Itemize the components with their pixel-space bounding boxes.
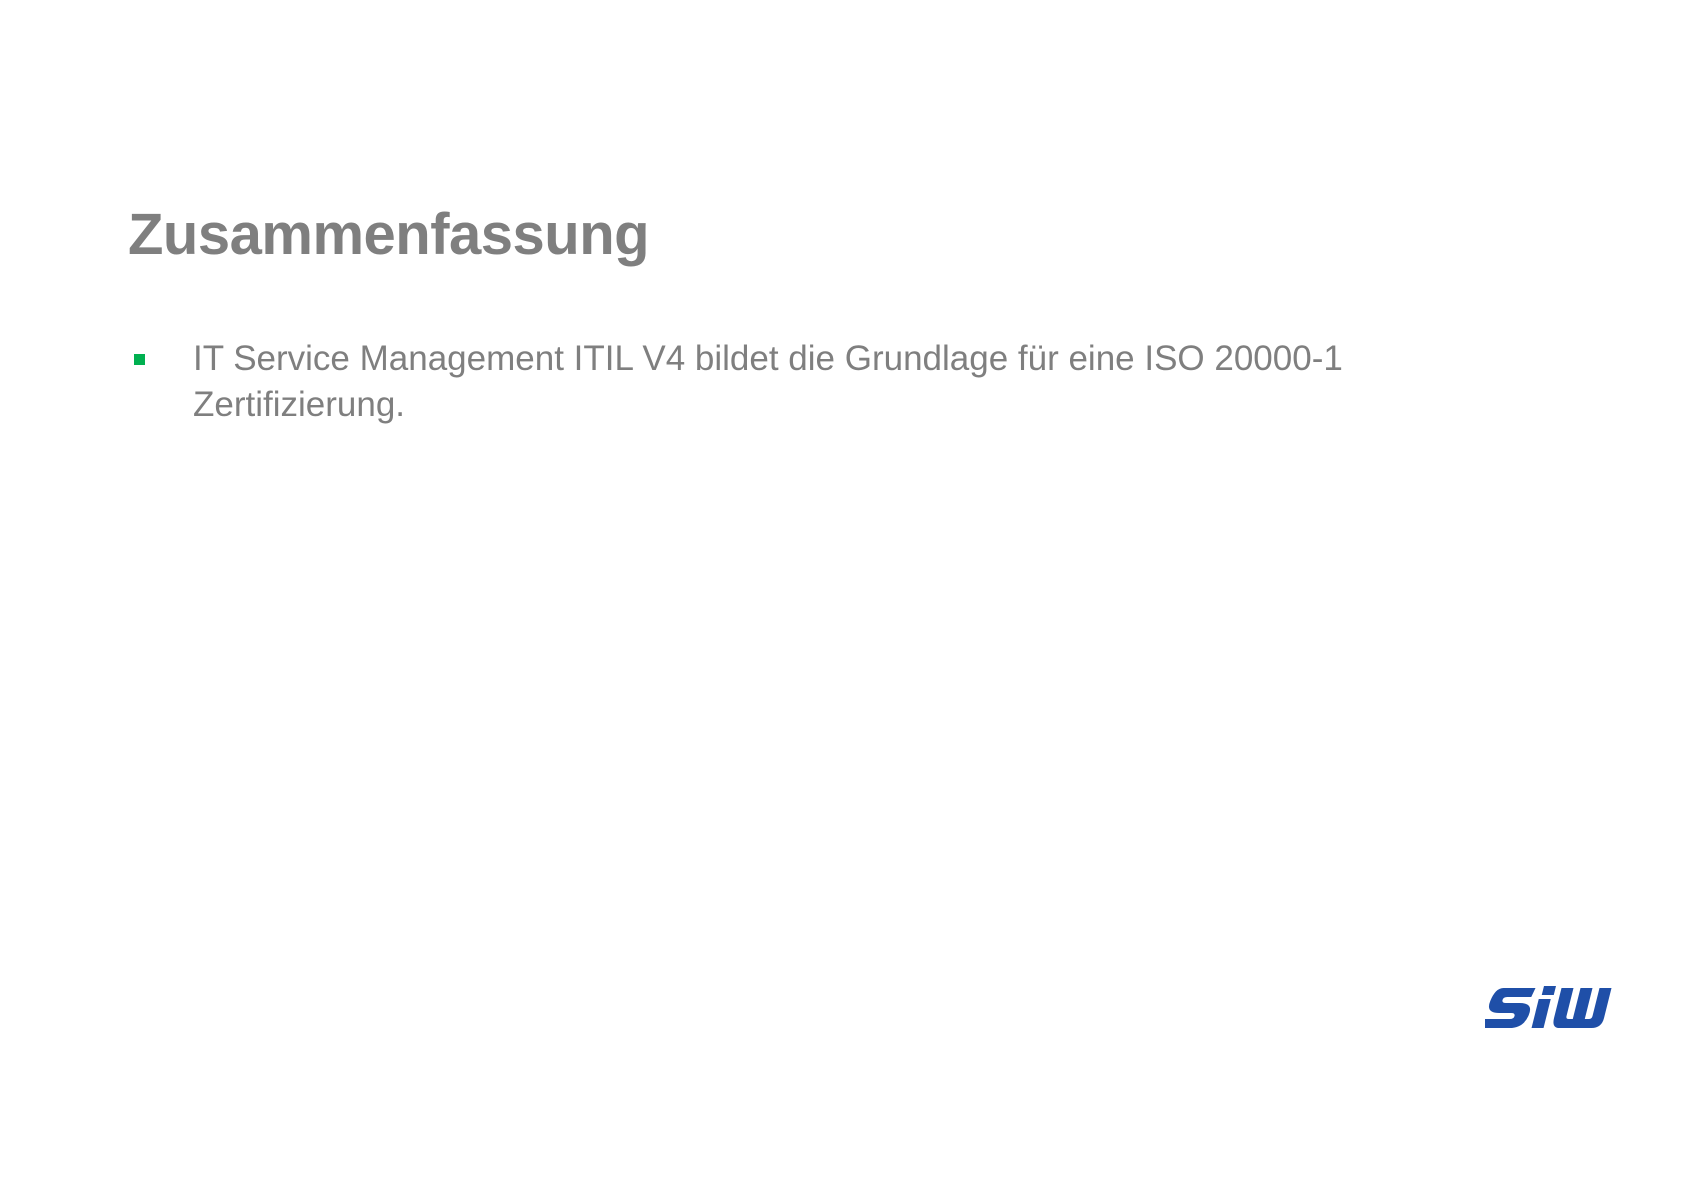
slide: Zusammenfassung IT Service Management IT… <box>0 0 1683 1190</box>
bullet-text: IT Service Management ITIL V4 bildet die… <box>193 339 1343 424</box>
slide-title: Zusammenfassung <box>128 202 650 267</box>
bullet-square-icon <box>134 354 145 365</box>
bullet-item: IT Service Management ITIL V4 bildet die… <box>128 336 1448 428</box>
siw-logo-icon <box>1485 986 1612 1028</box>
bullet-list: IT Service Management ITIL V4 bildet die… <box>128 336 1448 428</box>
